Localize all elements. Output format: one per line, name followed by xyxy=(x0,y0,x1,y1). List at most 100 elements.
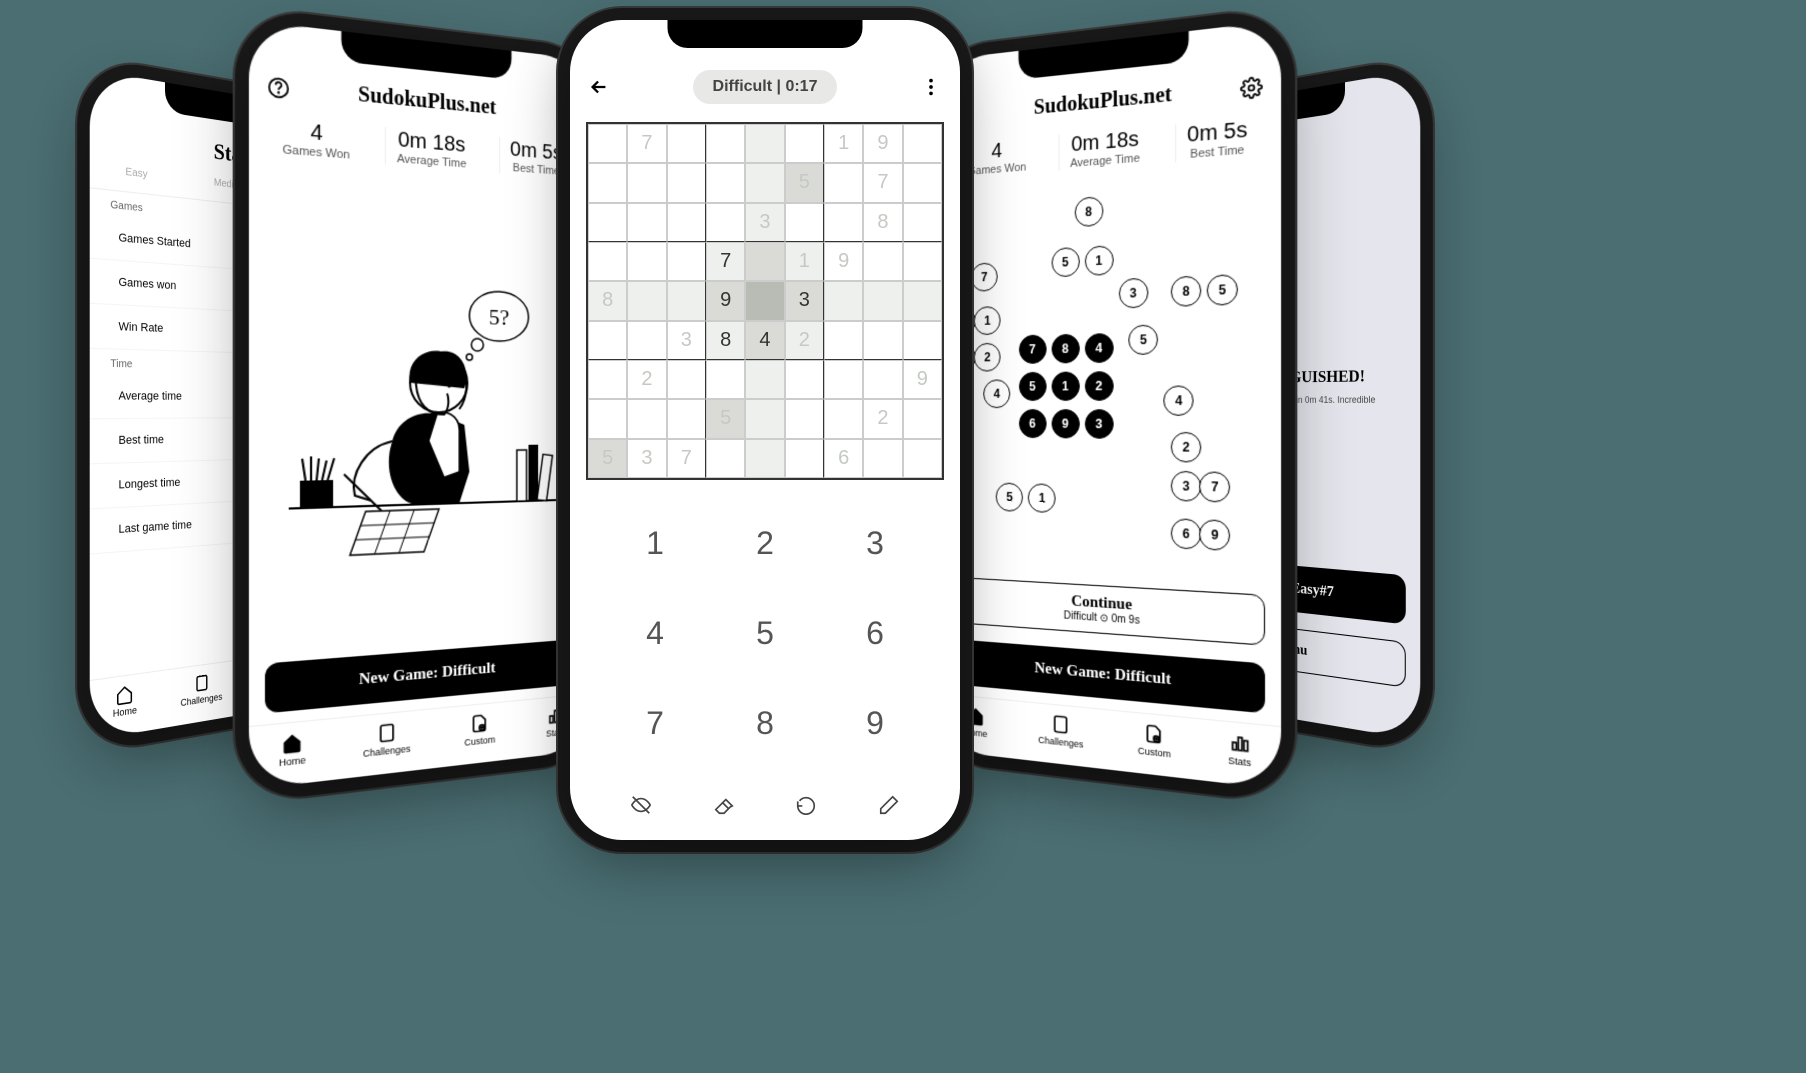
cell[interactable]: 3 xyxy=(745,203,784,242)
cell[interactable]: 1 xyxy=(824,124,863,163)
cell[interactable]: 5 xyxy=(706,399,745,438)
cell[interactable] xyxy=(667,124,706,163)
cell[interactable]: 9 xyxy=(824,242,863,281)
nav-challenges[interactable]: Challenges xyxy=(363,720,411,759)
hint-off-icon[interactable] xyxy=(630,794,652,816)
cell[interactable]: 7 xyxy=(863,163,902,202)
cell[interactable] xyxy=(588,360,627,399)
cell[interactable] xyxy=(667,281,706,320)
pencil-icon[interactable] xyxy=(878,794,900,816)
cell[interactable] xyxy=(667,360,706,399)
cell[interactable] xyxy=(667,203,706,242)
cell[interactable]: 2 xyxy=(627,360,666,399)
cell[interactable] xyxy=(588,203,627,242)
cell[interactable]: 1 xyxy=(785,242,824,281)
cell[interactable]: 3 xyxy=(627,439,666,478)
cell[interactable] xyxy=(588,399,627,438)
cell[interactable] xyxy=(745,242,784,281)
cell[interactable] xyxy=(903,321,942,360)
nav-challenges[interactable]: Challenges xyxy=(181,671,223,708)
cell[interactable] xyxy=(627,163,666,202)
cell[interactable]: 8 xyxy=(863,203,902,242)
cell[interactable]: 7 xyxy=(627,124,666,163)
cell[interactable] xyxy=(863,321,902,360)
num-8[interactable]: 8 xyxy=(710,678,820,768)
cell[interactable] xyxy=(667,163,706,202)
help-icon[interactable] xyxy=(267,75,290,99)
num-7[interactable]: 7 xyxy=(600,678,710,768)
cell[interactable] xyxy=(745,399,784,438)
cell[interactable] xyxy=(824,281,863,320)
num-3[interactable]: 3 xyxy=(820,498,930,588)
cell[interactable]: 2 xyxy=(863,399,902,438)
cell[interactable] xyxy=(903,203,942,242)
cell[interactable] xyxy=(627,399,666,438)
cell[interactable] xyxy=(903,163,942,202)
cell[interactable] xyxy=(785,360,824,399)
cell[interactable]: 9 xyxy=(863,124,902,163)
nav-home[interactable]: Home xyxy=(279,730,306,768)
cell[interactable]: 9 xyxy=(903,360,942,399)
cell[interactable] xyxy=(627,281,666,320)
tab-medium[interactable]: Medium xyxy=(214,177,246,198)
more-icon[interactable] xyxy=(920,76,942,98)
nav-stats[interactable]: Stats xyxy=(546,704,565,738)
nav-custom[interactable]: Custom xyxy=(464,711,495,747)
num-5[interactable]: 5 xyxy=(710,588,820,678)
cell[interactable]: 8 xyxy=(588,281,627,320)
cell[interactable] xyxy=(667,399,706,438)
cell[interactable] xyxy=(745,439,784,478)
cell[interactable] xyxy=(588,242,627,281)
cell[interactable] xyxy=(863,439,902,478)
cell[interactable] xyxy=(745,281,784,320)
cell[interactable] xyxy=(627,321,666,360)
cell[interactable] xyxy=(785,203,824,242)
cell[interactable]: 8 xyxy=(706,321,745,360)
cell[interactable]: 7 xyxy=(667,439,706,478)
cell[interactable] xyxy=(903,124,942,163)
cell[interactable]: 7 xyxy=(706,242,745,281)
cell[interactable] xyxy=(785,439,824,478)
cell[interactable] xyxy=(706,439,745,478)
sudoku-grid[interactable]: 7195738719893384229525376 xyxy=(586,122,944,480)
cell[interactable] xyxy=(745,163,784,202)
cell[interactable]: 3 xyxy=(667,321,706,360)
cell[interactable] xyxy=(824,203,863,242)
cell[interactable] xyxy=(588,124,627,163)
gear-icon[interactable] xyxy=(1240,75,1263,99)
cell[interactable] xyxy=(588,321,627,360)
cell[interactable]: 2 xyxy=(785,321,824,360)
nav-stats[interactable]: Stats xyxy=(1228,731,1251,769)
cell[interactable] xyxy=(667,242,706,281)
cell[interactable] xyxy=(903,439,942,478)
cell[interactable] xyxy=(785,399,824,438)
num-1[interactable]: 1 xyxy=(600,498,710,588)
cell[interactable]: 5 xyxy=(588,439,627,478)
cell[interactable] xyxy=(706,203,745,242)
num-9[interactable]: 9 xyxy=(820,678,930,768)
num-6[interactable]: 6 xyxy=(820,588,930,678)
cell[interactable] xyxy=(863,281,902,320)
cell[interactable]: 5 xyxy=(785,163,824,202)
num-2[interactable]: 2 xyxy=(710,498,820,588)
nav-challenges[interactable]: Challenges xyxy=(1038,712,1083,750)
cell[interactable] xyxy=(903,242,942,281)
continue-button[interactable]: Continue Difficult ⊙ 0m 9s xyxy=(953,577,1265,646)
back-icon[interactable] xyxy=(588,76,610,98)
cell[interactable] xyxy=(824,399,863,438)
cell[interactable] xyxy=(903,281,942,320)
num-4[interactable]: 4 xyxy=(600,588,710,678)
cell[interactable]: 6 xyxy=(824,439,863,478)
cell[interactable] xyxy=(824,360,863,399)
cell[interactable] xyxy=(627,203,666,242)
nav-custom[interactable]: Custom xyxy=(1138,722,1171,760)
cell[interactable] xyxy=(706,360,745,399)
cell[interactable] xyxy=(785,124,824,163)
nav-home[interactable]: Home xyxy=(964,704,987,739)
cell[interactable] xyxy=(863,242,902,281)
cell[interactable] xyxy=(745,124,784,163)
cell[interactable]: 9 xyxy=(706,281,745,320)
cell[interactable] xyxy=(627,242,666,281)
cell[interactable] xyxy=(903,399,942,438)
cell[interactable] xyxy=(824,321,863,360)
